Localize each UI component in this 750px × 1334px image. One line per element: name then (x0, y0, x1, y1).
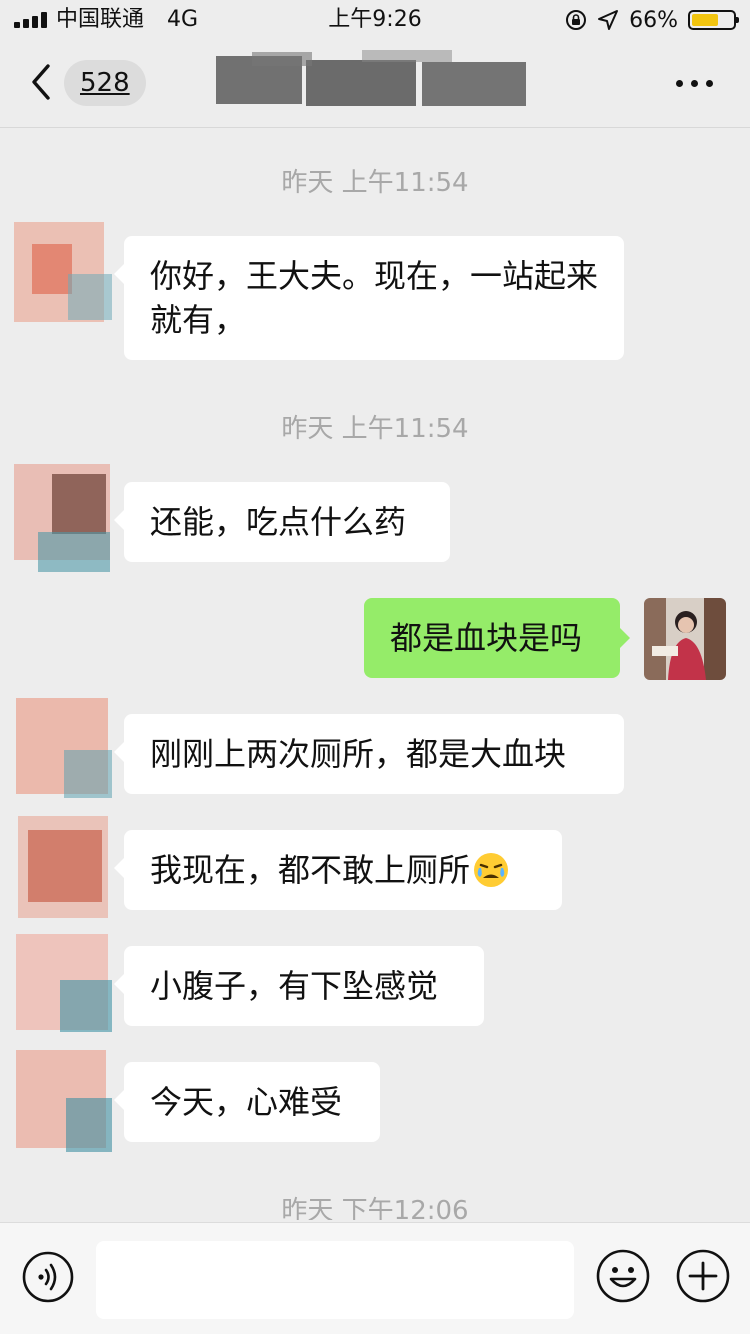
contact-avatar[interactable] (8, 690, 120, 808)
smiley-icon[interactable] (596, 1249, 650, 1303)
message-text: 都是血块是吗 (390, 619, 583, 657)
incoming-message-bubble[interactable]: 还能，吃点什么药 (114, 482, 450, 562)
incoming-message-bubble[interactable]: 我现在，都不敢上厕所 (114, 830, 562, 910)
crying-face-icon (474, 853, 509, 887)
contact-avatar[interactable] (8, 810, 120, 928)
incoming-message-bubble[interactable]: 你好，王大夫。现在，一站起来就有， (114, 236, 624, 360)
message-timestamp: 昨天 下午12:06 (281, 1196, 469, 1220)
message-text: 我现在，都不敢上厕所 (150, 851, 471, 889)
incoming-message-bubble[interactable]: 小腹子，有下坠感觉 (114, 946, 484, 1026)
status-bar: 中国联通 4G 上午9:26 66% (0, 0, 750, 40)
message-text: 今天，心难受 (150, 1083, 343, 1121)
rotation-lock-icon (566, 10, 587, 30)
incoming-message-bubble[interactable]: 刚刚上两次厕所，都是大血块 (114, 714, 624, 794)
contact-avatar[interactable] (8, 924, 120, 1042)
incoming-message-bubble[interactable]: 今天，心难受 (114, 1062, 380, 1142)
redacted-contact-name (216, 50, 526, 106)
chat-header: 528 (0, 40, 750, 128)
status-right: 66% (565, 6, 739, 34)
my-avatar[interactable] (644, 598, 726, 680)
chat-message-list[interactable]: 昨天 上午11:54 你好，王大夫。现在，一站起来就有， 昨天 上午11:54 … (0, 128, 750, 1220)
unread-count-badge[interactable]: 528 (64, 60, 146, 106)
message-timestamp: 昨天 上午11:54 (281, 168, 469, 198)
contact-avatar[interactable] (8, 214, 120, 332)
contact-avatar[interactable] (8, 1040, 120, 1158)
outgoing-message-bubble[interactable]: 都是血块是吗 (364, 598, 630, 678)
message-text: 小腹子，有下坠感觉 (150, 967, 439, 1005)
message-timestamp: 昨天 上午11:54 (281, 414, 469, 444)
more-options-icon[interactable] (676, 80, 714, 88)
message-text: 刚刚上两次厕所，都是大血块 (150, 735, 567, 773)
battery-icon (688, 10, 739, 30)
message-text: 你好，王大夫。现在，一站起来就有， (150, 257, 599, 339)
chevron-left-icon[interactable] (26, 62, 56, 102)
location-arrow-icon (598, 10, 619, 30)
battery-fill (692, 14, 719, 26)
message-input[interactable] (96, 1241, 574, 1319)
message-input-bar (0, 1222, 750, 1334)
voice-icon[interactable] (22, 1251, 74, 1303)
battery-percent: 66% (629, 7, 678, 33)
message-text: 还能，吃点什么药 (150, 503, 407, 541)
contact-avatar[interactable] (8, 458, 120, 576)
plus-circle-icon[interactable] (676, 1249, 730, 1303)
